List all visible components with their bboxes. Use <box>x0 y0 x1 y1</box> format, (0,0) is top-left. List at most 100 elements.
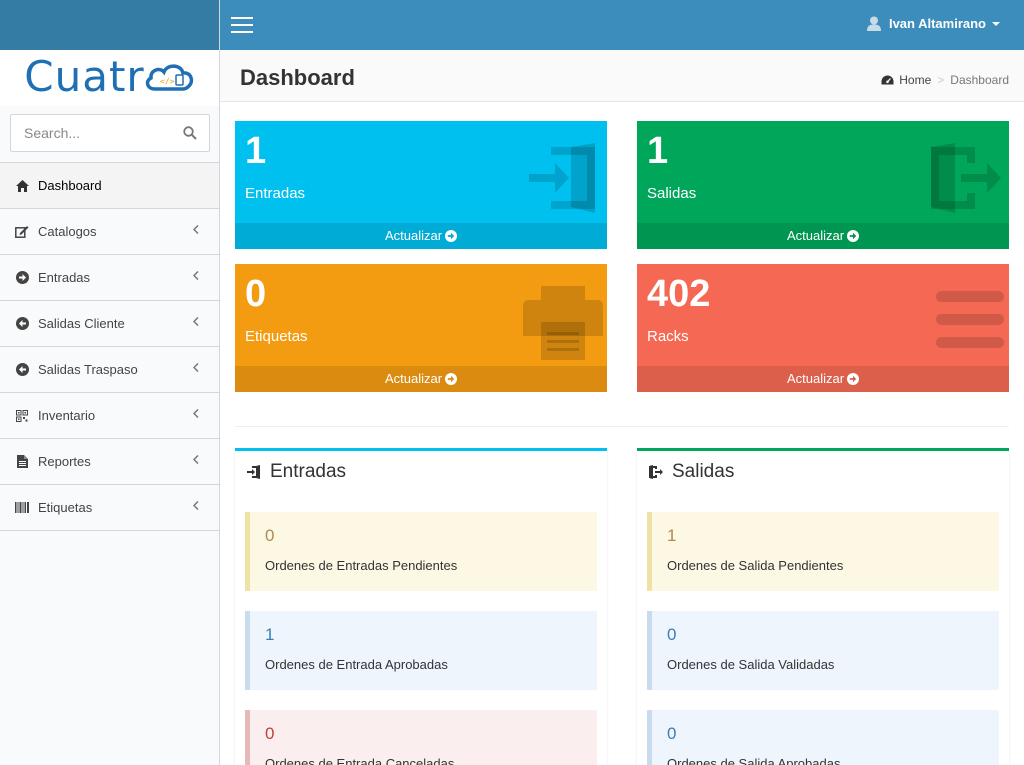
panel-header: Salidas <box>637 451 1009 493</box>
stat-footer-link[interactable]: Actualizar <box>235 223 607 249</box>
sidebar-menu: Dashboard Catalogos Entradas Salidas Cli… <box>0 162 219 531</box>
chevron-left-icon <box>193 501 199 510</box>
stat-value: 1 <box>647 130 669 172</box>
stat-footer-label: Actualizar <box>384 371 443 386</box>
sign-out-icon <box>931 143 1001 213</box>
arrow-circle-right-icon <box>847 373 860 385</box>
barcode-icon <box>15 501 29 515</box>
user-name: Ivan Altamirano <box>888 16 986 31</box>
callout-label: Ordenes de Salida Aprobadas <box>667 756 841 765</box>
caret-down-icon <box>992 21 1000 26</box>
chevron-left-icon <box>193 317 199 326</box>
stat-value: 0 <box>245 273 267 315</box>
search-icon[interactable] <box>183 126 197 140</box>
callout-entradas-pendientes[interactable]: 0 Ordenes de Entradas Pendientes <box>245 512 597 591</box>
sidebar-item-label: Reportes <box>38 454 91 469</box>
chevron-left-icon <box>193 271 199 280</box>
stat-box-salidas: 1 Salidas Actualizar <box>637 121 1009 249</box>
stat-box-etiquetas: 0 Etiquetas Actualizar <box>235 264 607 392</box>
callout-value: 1 <box>265 625 275 644</box>
main-content: 1 Entradas Actualizar 1 Salidas Actualiz… <box>220 102 1024 765</box>
stat-box-racks: 402 Racks Actualizar <box>637 264 1009 392</box>
panel-salidas: Salidas 1 Ordenes de Salida Pendientes 0… <box>637 448 1009 765</box>
callout-salidas-pendientes[interactable]: 1 Ordenes de Salida Pendientes <box>647 512 999 591</box>
print-icon <box>523 286 603 360</box>
home-icon <box>15 179 29 193</box>
top-navbar: Ivan Altamirano <box>220 0 1024 50</box>
stat-footer-link[interactable]: Actualizar <box>637 223 1009 249</box>
callout-value: 0 <box>265 724 275 743</box>
sidebar-item-label: Catalogos <box>38 224 97 239</box>
sidebar-item-dashboard[interactable]: Dashboard <box>0 163 219 209</box>
callout-value: 1 <box>667 526 677 545</box>
callout-value: 0 <box>667 724 677 743</box>
arrow-circle-left-icon <box>15 317 29 331</box>
sidebar-item-catalogos[interactable]: Catalogos <box>0 209 219 255</box>
sidebar-toggle-button[interactable] <box>231 17 253 33</box>
breadcrumb-current: Dashboard <box>950 73 1009 87</box>
arrow-circle-left-icon <box>15 363 29 377</box>
callout-entradas-aprobadas[interactable]: 1 Ordenes de Entrada Aprobadas <box>245 611 597 690</box>
stat-label: Entradas <box>245 185 306 202</box>
stat-footer-label: Actualizar <box>786 371 845 386</box>
breadcrumb-home-link[interactable]: Home <box>899 73 931 87</box>
panel-title: Salidas <box>672 461 735 482</box>
arrow-circle-right-icon <box>445 230 458 242</box>
stat-box-entradas: 1 Entradas Actualizar <box>235 121 607 249</box>
stat-label: Salidas <box>647 185 697 202</box>
panel-title: Entradas <box>270 461 347 482</box>
callout-salidas-validadas[interactable]: 0 Ordenes de Salida Validadas <box>647 611 999 690</box>
sidebar-item-inventario[interactable]: Inventario <box>0 393 219 439</box>
stat-footer-label: Actualizar <box>786 228 845 243</box>
stat-footer-link[interactable]: Actualizar <box>637 366 1009 392</box>
bars-icon <box>936 291 1004 348</box>
sidebar-item-label: Salidas Cliente <box>38 316 125 331</box>
sidebar-item-entradas[interactable]: Entradas <box>0 255 219 301</box>
stat-footer-label: Actualizar <box>384 228 443 243</box>
callout-label: Ordenes de Entradas Pendientes <box>265 558 458 573</box>
edit-icon <box>15 225 29 239</box>
chevron-left-icon <box>193 363 199 372</box>
chevron-left-icon <box>193 409 199 418</box>
sidebar: Cuatr </> Dashboard Catalogos <box>0 0 220 765</box>
callout-label: Ordenes de Entrada Aprobadas <box>265 657 448 672</box>
section-divider <box>235 426 1009 427</box>
sign-out-icon <box>649 465 663 479</box>
callout-value: 0 <box>265 526 275 545</box>
sidebar-item-label: Inventario <box>38 408 96 423</box>
callout-label: Ordenes de Salida Pendientes <box>667 558 844 573</box>
logo[interactable]: Cuatr </> <box>0 50 219 106</box>
callout-salidas-aprobadas[interactable]: 0 Ordenes de Salida Aprobadas <box>647 710 999 765</box>
cloud-logo-icon: </> <box>145 64 193 91</box>
hamburger-line <box>231 31 253 33</box>
svg-text:</>: </> <box>160 77 175 86</box>
breadcrumb-separator: > <box>937 73 945 87</box>
sidebar-item-salidas-cliente[interactable]: Salidas Cliente <box>0 301 219 347</box>
search-input[interactable] <box>11 115 209 151</box>
panel-entradas: Entradas 0 Ordenes de Entradas Pendiente… <box>235 448 607 765</box>
stat-footer-link[interactable]: Actualizar <box>235 366 607 392</box>
stat-label: Etiquetas <box>245 328 308 345</box>
user-menu[interactable]: Ivan Altamirano <box>866 16 1000 31</box>
callout-entradas-canceladas[interactable]: 0 Ordenes de Entrada Canceladas <box>245 710 597 765</box>
file-icon <box>15 455 29 469</box>
callout-value: 0 <box>667 625 677 644</box>
sign-in-icon <box>529 143 595 213</box>
arrow-circle-right-icon <box>847 230 860 242</box>
sidebar-item-etiquetas[interactable]: Etiquetas <box>0 485 219 531</box>
logo-bar <box>0 0 219 50</box>
sidebar-item-salidas-traspaso[interactable]: Salidas Traspaso <box>0 347 219 393</box>
search-box <box>10 114 210 152</box>
dashboard-icon <box>881 75 894 84</box>
chevron-left-icon <box>193 455 199 464</box>
content-header: Dashboard Home > Dashboard <box>220 50 1024 102</box>
sidebar-search <box>0 106 219 162</box>
sidebar-item-reportes[interactable]: Reportes <box>0 439 219 485</box>
qrcode-icon <box>15 409 29 423</box>
user-icon <box>866 16 881 31</box>
page-title: Dashboard <box>240 65 355 90</box>
hamburger-line <box>231 17 253 19</box>
hamburger-line <box>231 24 253 26</box>
stat-value: 402 <box>647 273 711 315</box>
sidebar-item-label: Salidas Traspaso <box>38 362 138 377</box>
